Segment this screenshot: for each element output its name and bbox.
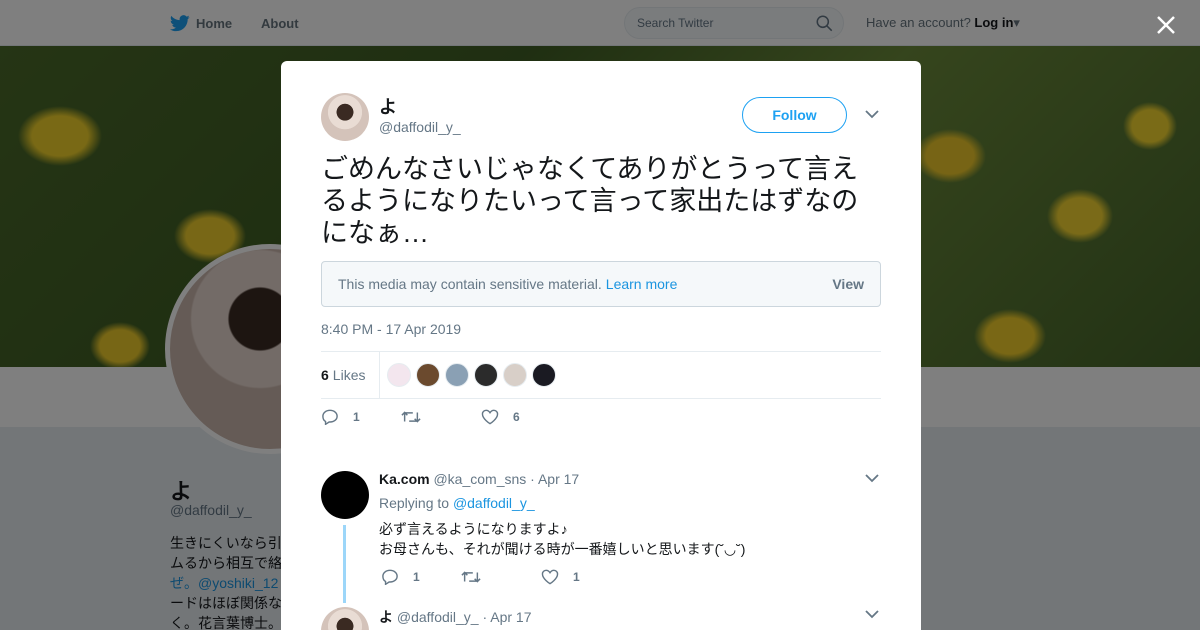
chevron-down-icon[interactable] <box>865 609 879 619</box>
like-count: 6 <box>513 410 520 424</box>
retweet-icon <box>401 411 421 423</box>
liker-avatar[interactable] <box>532 363 556 387</box>
retweet-button[interactable] <box>461 569 541 585</box>
reply-icon <box>382 569 398 585</box>
likes-count: 6 <box>321 367 329 383</box>
sensitive-media-notice: This media may contain sensitive materia… <box>321 261 881 307</box>
tweet-author-name[interactable]: よ <box>379 93 397 119</box>
reply-count: 1 <box>353 410 360 424</box>
tweet-stats: 6 Likes <box>321 351 881 399</box>
avatar[interactable] <box>321 607 369 630</box>
reply-author-name[interactable]: よ <box>379 609 393 625</box>
reply-date[interactable]: · Apr 17 <box>530 471 579 487</box>
tweet-actions: 1 6 <box>321 409 520 425</box>
liker-avatar[interactable] <box>503 363 527 387</box>
reply-date[interactable]: · Apr 17 <box>482 609 531 625</box>
reply-text: 必ず言えるようになりますよ♪ お母さんも、それが聞ける時が一番嬉しいと思います(… <box>379 521 746 557</box>
reply-header: よ @daffodil_y_ · Apr 17 <box>379 607 532 627</box>
reply-button[interactable]: 1 <box>381 569 461 585</box>
tweet-text: ごめんなさいじゃなくてありがとうって言えるようになりたいって言って家出たはずなの… <box>321 154 859 248</box>
reply-button[interactable]: 1 <box>321 409 401 425</box>
heart-icon <box>541 569 559 585</box>
avatar[interactable] <box>321 93 369 141</box>
reply-actions: 1 1 <box>381 569 580 585</box>
reply-count: 1 <box>413 570 420 584</box>
liker-avatar[interactable] <box>416 363 440 387</box>
likes-label: Likes <box>332 367 366 383</box>
heart-icon <box>481 409 499 425</box>
learn-more-link[interactable]: Learn more <box>606 276 678 292</box>
avatar[interactable] <box>321 471 369 519</box>
like-button[interactable]: 6 <box>481 409 520 425</box>
replying-to: Replying to @daffodil_y_ <box>379 495 535 511</box>
retweet-button[interactable] <box>401 410 481 424</box>
close-icon[interactable] <box>1152 11 1180 39</box>
chevron-down-icon[interactable] <box>865 473 879 483</box>
reply-author-handle[interactable]: @daffodil_y_ <box>397 609 479 625</box>
liker-avatar[interactable] <box>474 363 498 387</box>
replying-prefix: Replying to <box>379 495 450 511</box>
replying-to-link[interactable]: @daffodil_y_ <box>453 495 535 511</box>
like-count: 1 <box>573 570 580 584</box>
liker-avatar[interactable] <box>387 363 411 387</box>
reply-author-name[interactable]: Ka.com <box>379 471 430 487</box>
chevron-down-icon[interactable] <box>865 109 879 119</box>
retweet-icon <box>461 571 481 583</box>
reply-icon <box>322 409 338 425</box>
reply-header: Ka.com @ka_com_sns · Apr 17 <box>379 471 579 487</box>
reply-author-handle[interactable]: @ka_com_sns <box>433 471 526 487</box>
likes-stat[interactable]: 6 Likes <box>321 352 381 398</box>
view-button[interactable]: View <box>832 276 864 292</box>
sensitive-text: This media may contain sensitive materia… <box>338 276 602 292</box>
liker-avatar[interactable] <box>445 363 469 387</box>
like-button[interactable]: 1 <box>541 569 580 585</box>
thread-line <box>343 525 346 603</box>
follow-button[interactable]: Follow <box>742 97 847 133</box>
likers-list <box>387 363 561 387</box>
tweet-author-handle[interactable]: @daffodil_y_ <box>379 119 461 135</box>
tweet-timestamp[interactable]: 8:40 PM - 17 Apr 2019 <box>321 321 461 337</box>
tweet-modal: よ @daffodil_y_ Follow ごめんなさいじゃなくてありがとうって… <box>281 61 921 630</box>
